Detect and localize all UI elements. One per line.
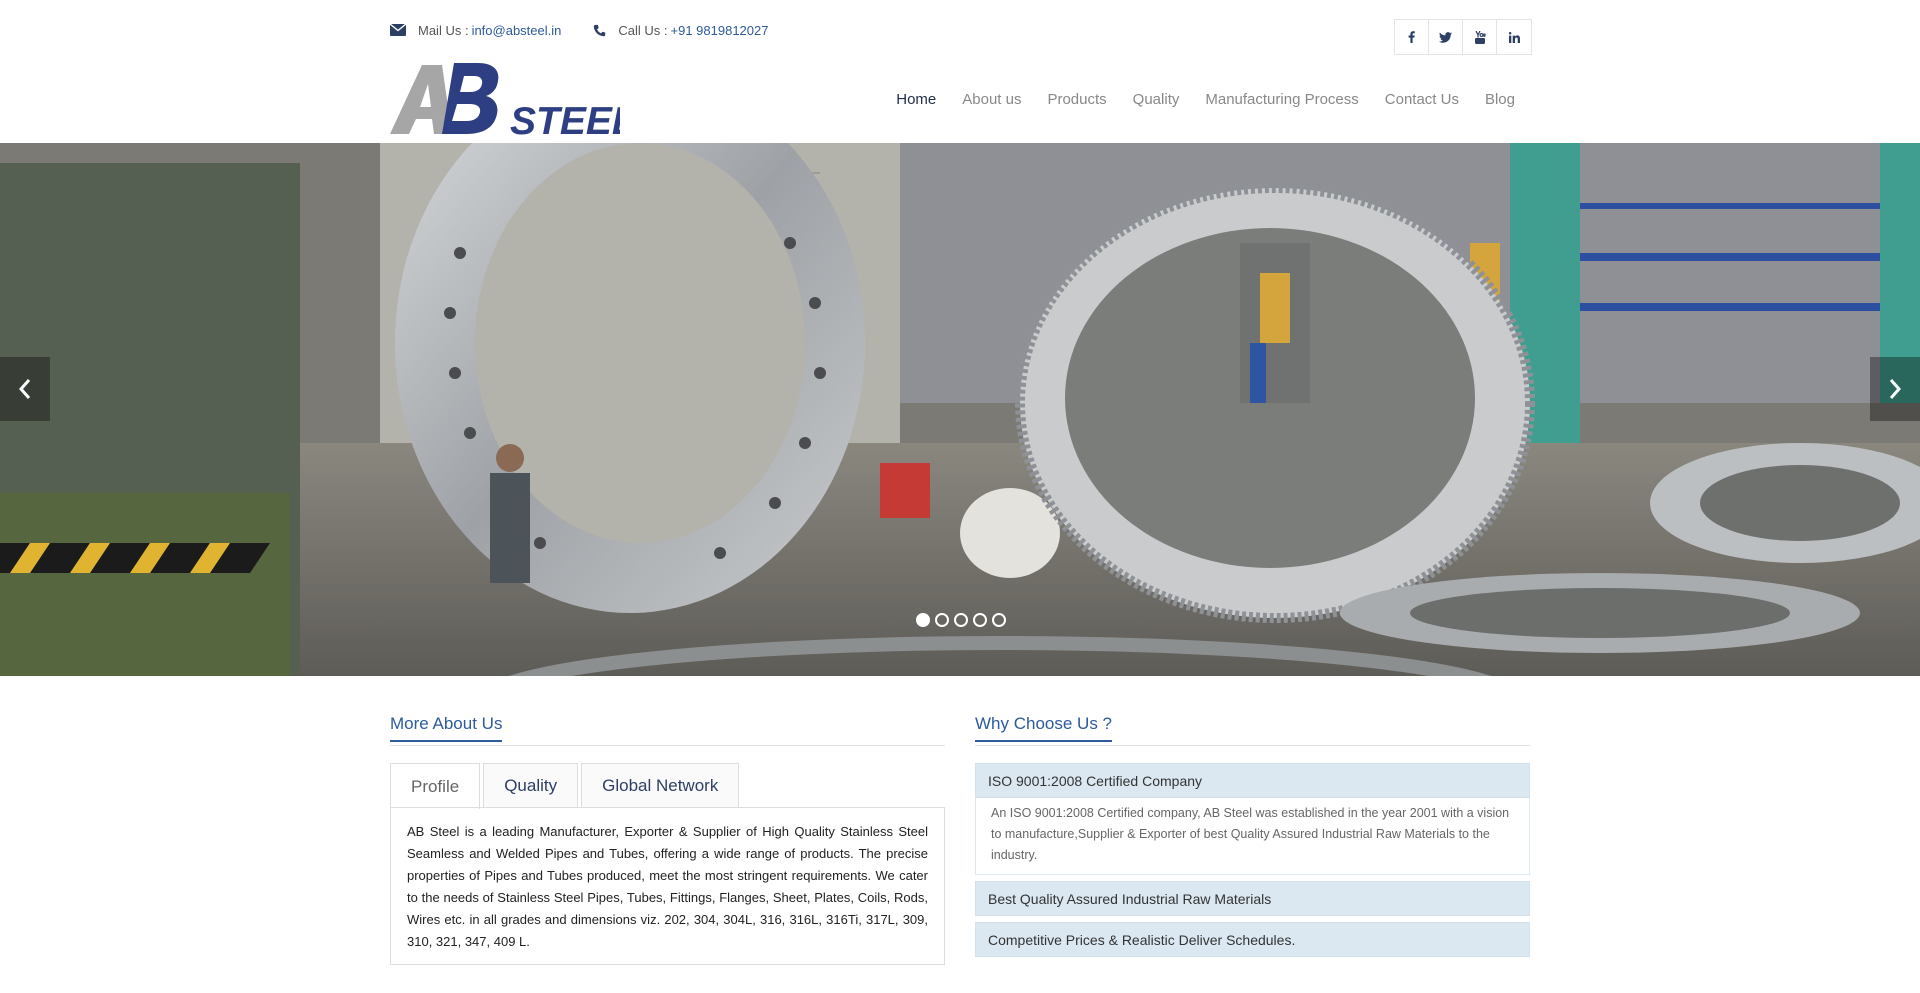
slider-pagination (916, 613, 1011, 627)
slider-dot-4[interactable] (973, 613, 987, 627)
facebook-icon (1408, 31, 1415, 43)
nav-blog[interactable]: Blog (1485, 91, 1515, 108)
envelope-icon (390, 24, 406, 36)
nav-manufacturing-process[interactable]: Manufacturing Process (1205, 91, 1358, 108)
twitter-button[interactable] (1429, 20, 1463, 54)
slider-dot-3[interactable] (954, 613, 968, 627)
twitter-icon (1439, 31, 1452, 43)
mail-link[interactable]: info@absteel.in (472, 23, 562, 38)
why-choose-us-heading: Why Choose Us ? (975, 714, 1112, 742)
accordion-body-iso: An ISO 9001:2008 Certified company, AB S… (975, 798, 1530, 875)
main-nav: Home About us Products Quality Manufactu… (870, 91, 1515, 108)
accordion-header-quality[interactable]: Best Quality Assured Industrial Raw Mate… (975, 881, 1530, 916)
nav-quality[interactable]: Quality (1133, 91, 1180, 108)
mail-contact: Mail Us : info@absteel.in (390, 23, 561, 38)
phone-icon (594, 24, 606, 36)
youtube-button[interactable] (1463, 20, 1497, 54)
slider-dot-1[interactable] (916, 613, 930, 627)
accordion-item: Competitive Prices & Realistic Deliver S… (975, 922, 1530, 957)
section-divider (975, 745, 1530, 746)
tab-global-network[interactable]: Global Network (581, 763, 740, 808)
hero-slider (0, 143, 1920, 676)
contact-bar: Mail Us : info@absteel.in Call Us : +91 … (390, 18, 800, 42)
svg-text:STEEL: STEEL (510, 100, 620, 136)
slider-dot-2[interactable] (935, 613, 949, 627)
facebook-button[interactable] (1395, 20, 1429, 54)
phone-link[interactable]: +91 9819812027 (671, 23, 769, 38)
chevron-right-icon (1889, 379, 1902, 399)
phone-contact: Call Us : +91 9819812027 (593, 23, 768, 38)
linkedin-button[interactable] (1497, 20, 1531, 54)
slider-prev-button[interactable] (0, 357, 50, 421)
nav-contact-us[interactable]: Contact Us (1385, 91, 1459, 108)
about-tabs: Profile Quality Global Network (390, 763, 742, 809)
more-about-us-heading: More About Us (390, 714, 503, 742)
site-logo[interactable]: STEEL (390, 62, 636, 143)
section-divider (390, 745, 945, 746)
tab-quality[interactable]: Quality (483, 763, 579, 808)
slider-next-button[interactable] (1870, 357, 1920, 421)
social-links (1394, 19, 1532, 55)
linkedin-icon (1508, 31, 1520, 43)
call-label: Call Us : (618, 22, 668, 38)
slider-dot-5[interactable] (992, 613, 1006, 627)
nav-about-us[interactable]: About us (962, 91, 1021, 108)
accordion-item: ISO 9001:2008 Certified Company An ISO 9… (975, 763, 1530, 875)
accordion-header-prices[interactable]: Competitive Prices & Realistic Deliver S… (975, 922, 1530, 957)
tab-profile[interactable]: Profile (390, 763, 481, 809)
factory-scene-image (0, 143, 1920, 676)
youtube-icon (1474, 30, 1486, 44)
chevron-left-icon (18, 379, 31, 399)
nav-home[interactable]: Home (896, 91, 936, 108)
accordion-header-iso[interactable]: ISO 9001:2008 Certified Company (975, 763, 1530, 798)
nav-products[interactable]: Products (1047, 91, 1106, 108)
accordion-item: Best Quality Assured Industrial Raw Mate… (975, 881, 1530, 916)
profile-panel: AB Steel is a leading Manufacturer, Expo… (390, 807, 945, 965)
mail-label: Mail Us : (418, 22, 469, 38)
